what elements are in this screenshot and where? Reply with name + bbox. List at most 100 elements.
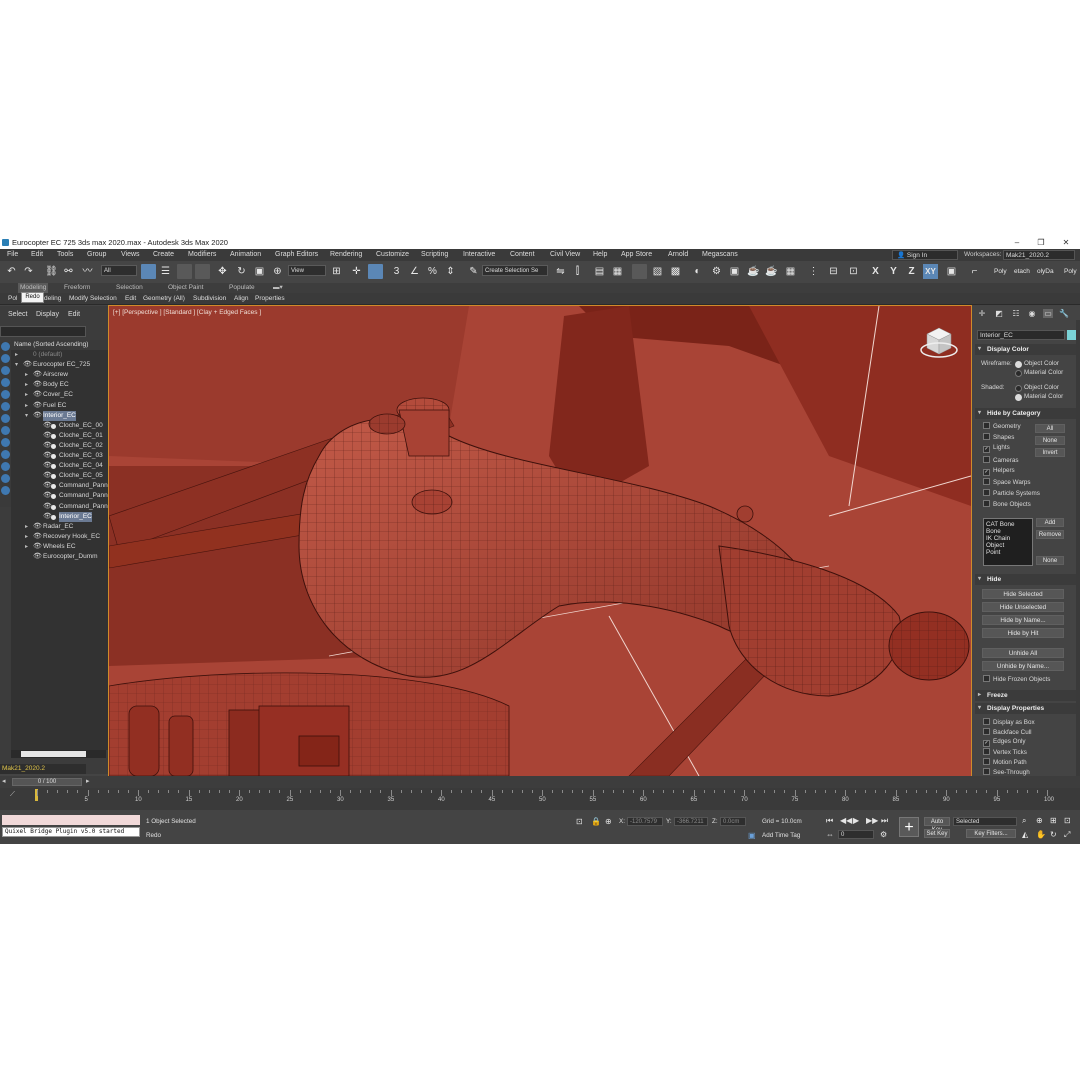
material-editor-icon[interactable]: ◐ [690,264,705,279]
category-add-button[interactable]: Add [1036,518,1064,527]
category-checkbox[interactable]: ✓ Helpers [983,467,1015,476]
auto-key-button[interactable]: Auto Key [924,817,950,833]
orbit-icon[interactable]: ↻ [1050,830,1057,839]
key-filters-button[interactable]: Key Filters... [966,829,1016,838]
display-property-checkbox[interactable]: ✓ Edges Only [983,738,1026,747]
track-bar[interactable]: ⟋ 5 10 15 20 25 30 35 40 45 50 55 60 65 70 75 80 85 90 95 1… [0,788,1080,810]
pivot-center-icon[interactable]: ⊞ [329,264,344,279]
filter-groups-icon[interactable] [1,414,10,423]
filter-cameras-icon[interactable] [1,378,10,387]
render-setup-icon[interactable]: ⚙ [709,264,724,279]
window-crossing-icon[interactable] [195,264,210,279]
display-tab-icon[interactable]: ▭ [1043,309,1053,318]
sign-in-dropdown[interactable]: 👤 Sign In [892,250,958,260]
current-frame-spinner[interactable]: 0 [838,830,874,839]
menu-rendering[interactable]: Rendering [330,249,362,261]
category-list-none-button[interactable]: None [1036,556,1064,565]
axis-constraint-icon[interactable]: ⊟ [826,264,841,279]
set-key-button[interactable]: Set Key [924,829,950,838]
render-iterative-icon[interactable]: ☕ [764,264,779,279]
select-manipulate-icon[interactable]: ✛ [349,264,364,279]
edit-poly-button[interactable]: Poly [994,264,1007,279]
motion-tab-icon[interactable]: ◉ [1027,309,1037,318]
tree-row[interactable]: 👁 Cloche_EC_02 [11,441,108,451]
visibility-eye-icon[interactable]: 👁 [43,442,52,449]
explorer-horizontal-scrollbar[interactable] [11,750,106,758]
time-tag-icon[interactable]: ▣ [748,831,756,840]
filter-containers-icon[interactable] [1,450,10,459]
tree-row[interactable]: 👁 Command_Pann [11,491,108,501]
toggle-ribbon-icon[interactable] [632,264,647,279]
visibility-eye-icon[interactable]: 👁 [43,462,52,469]
visibility-eye-icon[interactable]: 👁 [43,492,52,499]
select-by-name-icon[interactable]: ☰ [158,264,173,279]
collapsed-arrow-icon[interactable]: ▸ [25,401,28,411]
visibility-eye-icon[interactable]: 👁 [43,422,52,429]
panel-properties[interactable]: Properties [255,293,285,304]
visibility-eye-icon[interactable]: 👁 [43,472,52,479]
z-coordinate-field[interactable]: 0.0cm [720,817,746,826]
category-invert-button[interactable]: Invert [1035,448,1065,457]
collapsed-arrow-icon[interactable]: ▸ [25,390,28,400]
explorer-search-input[interactable] [0,326,86,337]
mini-curve-editor-icon[interactable]: ⟋ [10,791,15,799]
tree-row[interactable]: ▸ 👁 Fuel EC [11,401,108,411]
axis-z-button[interactable]: Z [905,264,918,279]
filter-hidden-icon[interactable] [1,474,10,483]
display-property-checkbox[interactable]: Display as Box [983,718,1035,726]
shaded-object-color-radio[interactable] [1015,385,1022,392]
axis-xy-button[interactable]: XY [923,264,938,279]
tree-row[interactable]: 👁 Command_Pann [11,481,108,491]
panel-edit[interactable]: Edit [125,293,136,304]
add-time-tag[interactable]: Add Time Tag [762,832,800,839]
selection-filter-dropdown[interactable]: All [101,265,137,276]
menu-edit[interactable]: Edit [31,249,43,261]
set-key-icon[interactable]: + [899,817,919,837]
filter-lights-icon[interactable] [1,366,10,375]
filter-shapes-icon[interactable] [1,354,10,363]
reference-coordinate-dropdown[interactable]: View [288,265,326,276]
filter-spacewarps-icon[interactable] [1,402,10,411]
time-slider-thumb[interactable]: 0 / 100 [12,778,82,786]
snaps-toggle-icon[interactable]: 3 [389,264,404,279]
next-frame-icon[interactable]: ▶▶ [866,816,878,825]
visibility-eye-icon[interactable]: 👁 [33,371,42,378]
time-slider-prev-icon[interactable]: ◂ [2,777,6,785]
toggle-scene-explorer-icon[interactable]: ▤ [592,264,607,279]
panel-modify-selection[interactable]: Modify Selection [69,293,117,304]
wireframe-material-color-radio[interactable] [1015,370,1022,377]
hide-by-name-button[interactable]: Hide by Name... [982,615,1064,625]
play-icon[interactable]: ▶ [853,816,859,825]
category-all-button[interactable]: All [1035,424,1065,433]
tree-row[interactable]: 👁 Cloche_EC_00 [11,421,108,431]
visibility-eye-icon[interactable]: 👁 [33,381,42,388]
freeze-rollout[interactable]: ▸ Freeze [975,690,1078,701]
perspective-viewport[interactable]: [+] [Perspective ] [Standard ] [Clay + E… [108,305,972,777]
menu-tools[interactable]: Tools [57,249,73,261]
tree-row[interactable]: ▸ 👁 Body EC [11,380,108,390]
hide-by-category-rollout[interactable]: ▾ Hide by Category [975,408,1078,419]
bind-spacewarp-icon[interactable]: 〰 [80,264,95,279]
tree-row[interactable]: ▸ 👁 Airscrew [11,370,108,380]
menu-modifiers[interactable]: Modifiers [188,249,216,261]
panel-polygon-modeling-a[interactable]: Pol [8,293,17,304]
goto-start-icon[interactable]: ⏮ [826,816,833,826]
active-shade-icon[interactable]: ▦ [783,264,798,279]
key-selection-dropdown[interactable]: Selected [953,817,1017,826]
y-coordinate-field[interactable]: -366.7211 [674,817,708,826]
explorer-menu-edit[interactable]: Edit [68,311,80,318]
category-checkbox[interactable]: Geometry [983,422,1021,430]
zoom-extents-all-icon[interactable]: ⊡ [1064,816,1071,825]
redo-icon[interactable]: ↷ [21,264,36,279]
display-color-rollout[interactable]: ▾ Display Color [975,344,1078,355]
hide-selected-button[interactable]: Hide Selected [982,589,1064,599]
key-mode-icon[interactable]: ⇔ [826,830,834,839]
goto-end-icon[interactable]: ⏭ [881,816,888,826]
curve-editor-icon[interactable]: ▧ [650,264,665,279]
render-production-icon[interactable]: ☕ [746,264,761,279]
object-name-field[interactable]: Interior_EC [977,330,1065,340]
collapsed-arrow-icon[interactable]: ▸ [25,522,28,532]
spinner-snap-icon[interactable]: ⇕ [443,264,458,279]
isolate-icon[interactable]: ⊡ [576,817,583,826]
wireframe-object-color-radio[interactable] [1015,361,1022,368]
